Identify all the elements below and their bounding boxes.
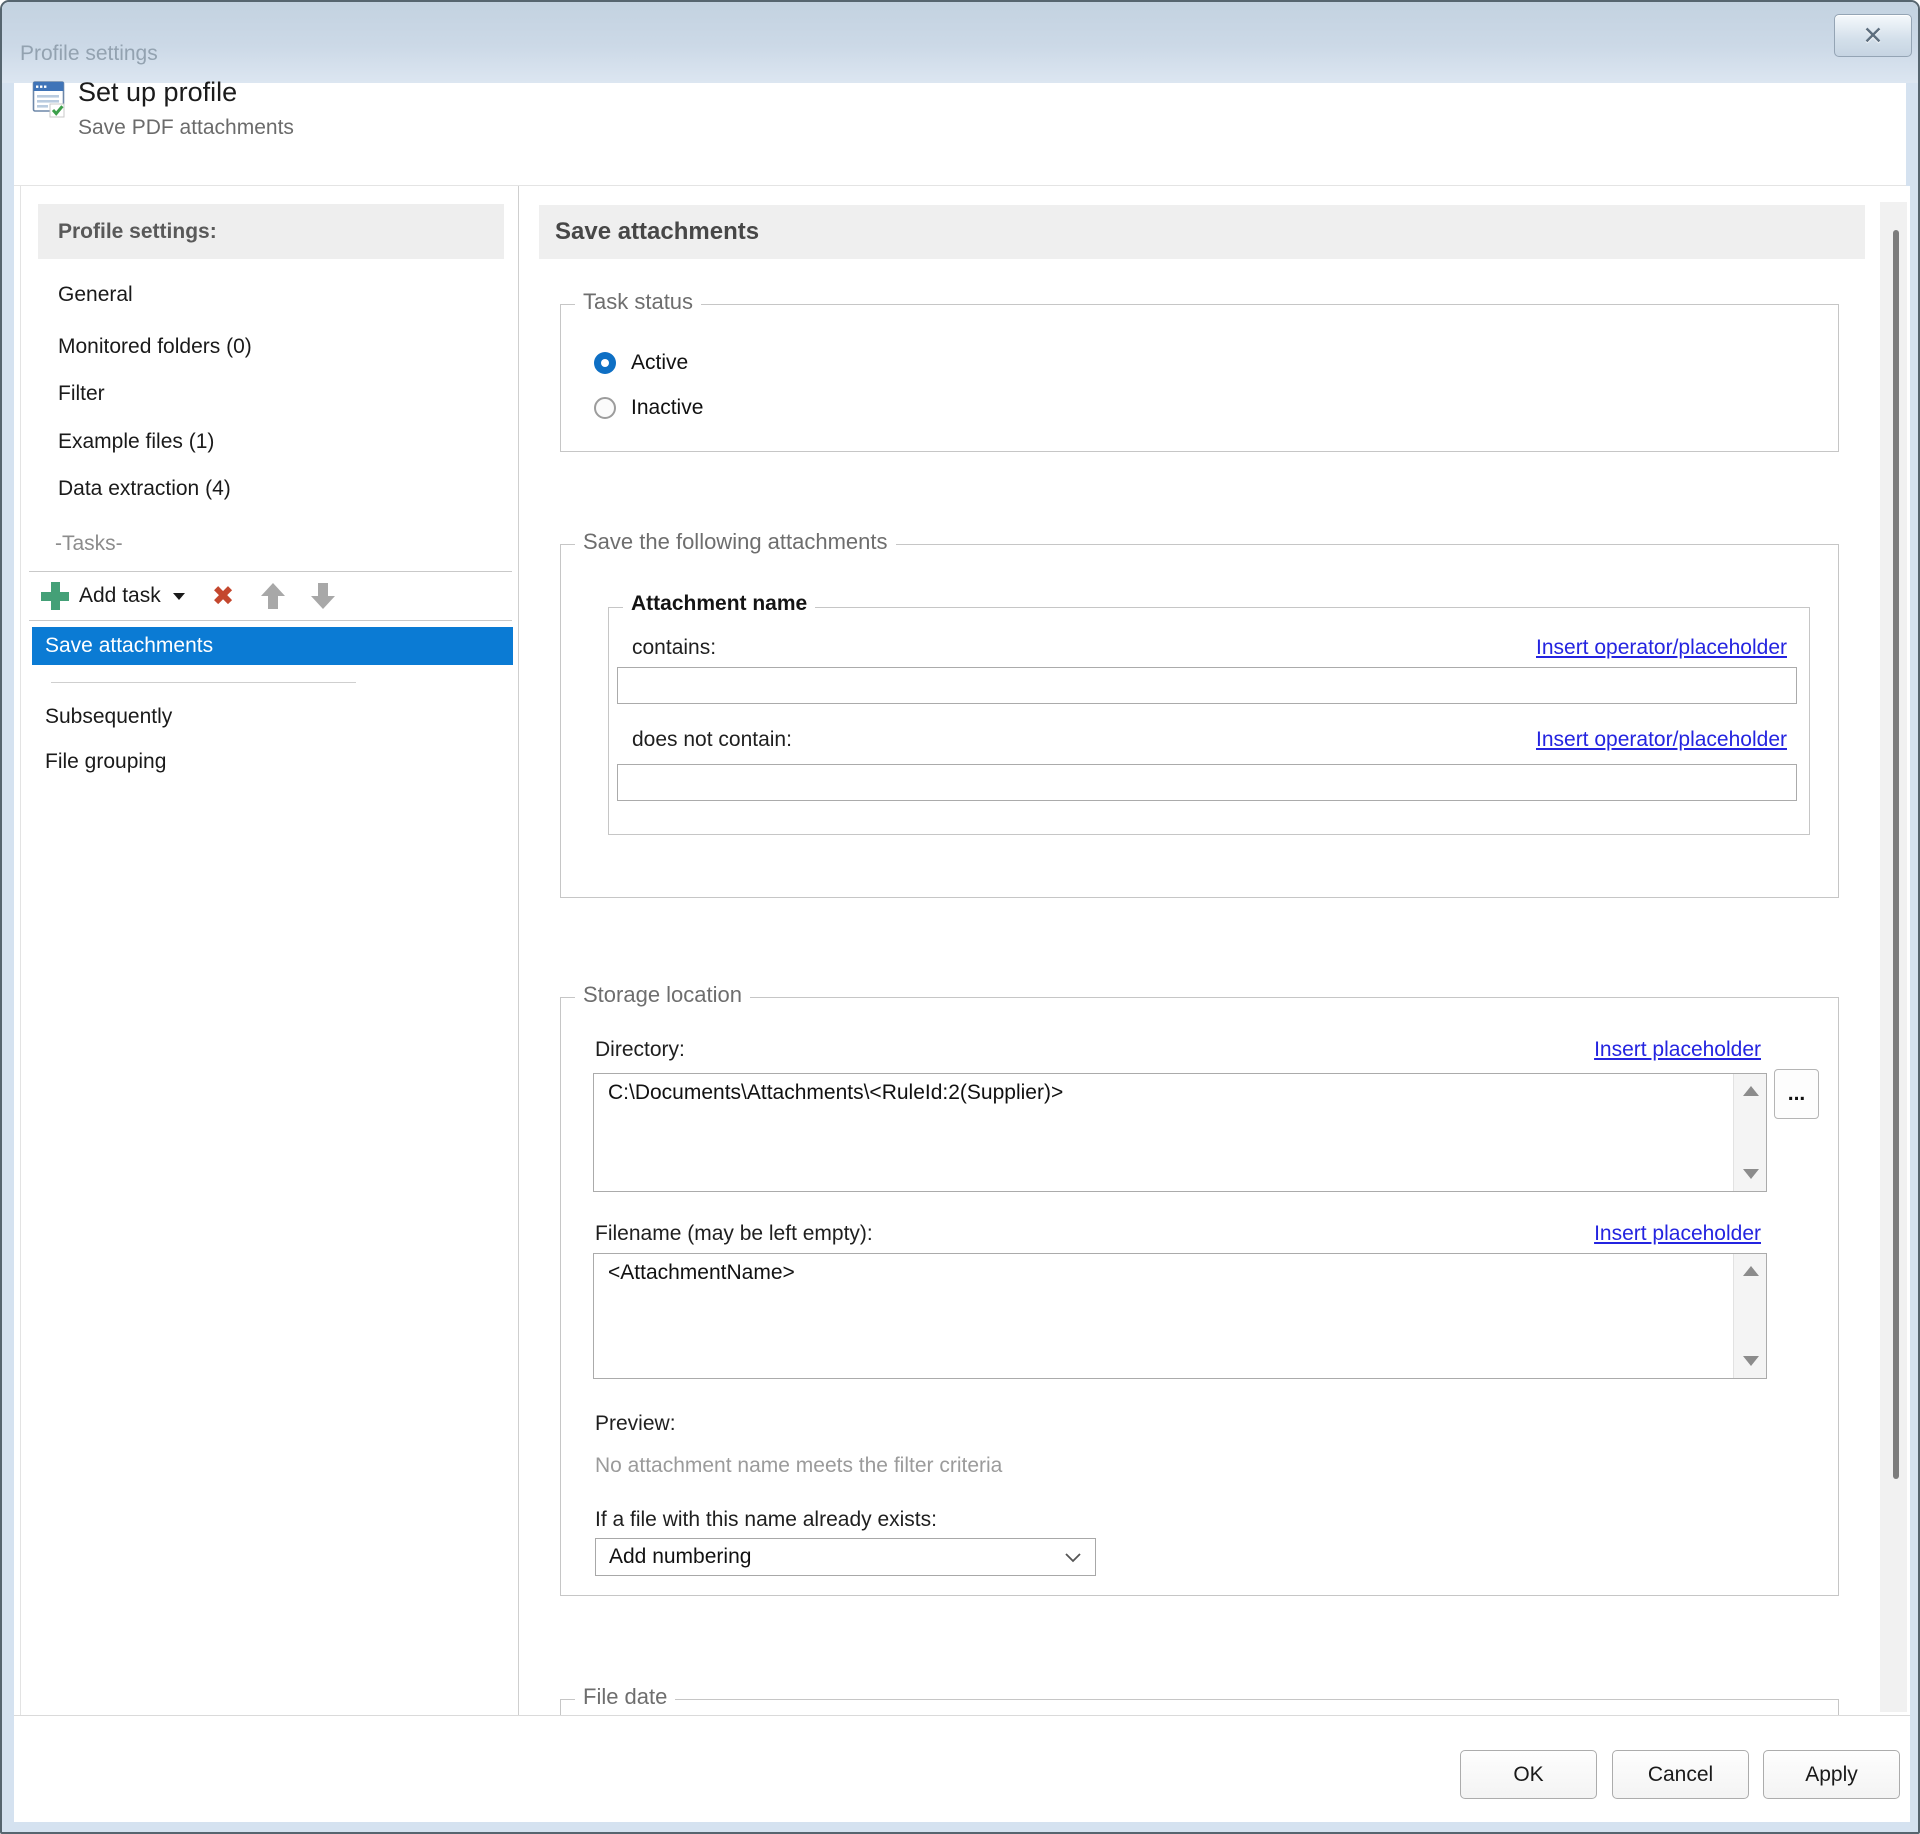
radio-on-icon[interactable] (594, 352, 616, 374)
insert-operator-link-contains[interactable]: Insert operator/placeholder (1536, 634, 1787, 662)
preview-label: Preview: (595, 1410, 676, 1438)
insert-operator-link-not-contains[interactable]: Insert operator/placeholder (1536, 726, 1787, 754)
footer-bar: OK Cancel Apply (14, 1715, 1910, 1822)
task-separator (51, 682, 356, 683)
browse-directory-button[interactable]: ... (1774, 1069, 1819, 1119)
profile-settings-window: Profile settings ✕ Set up profile Save P… (0, 0, 1920, 1834)
does-not-contain-label: does not contain: (632, 726, 792, 754)
vertical-scrollbar[interactable] (1880, 202, 1907, 1712)
scroll-down-icon[interactable] (1743, 1356, 1759, 1366)
window-title: Profile settings (20, 42, 158, 66)
page-title: Set up profile (78, 77, 237, 108)
save-following-group: Save the following attachments Attachmen… (560, 544, 1839, 898)
filename-scrollbar[interactable] (1733, 1254, 1766, 1378)
radio-inactive[interactable]: Inactive (594, 396, 703, 420)
profile-icon (32, 79, 66, 119)
sidebar-item-filter[interactable]: Filter (58, 380, 105, 408)
task-item-subsequently[interactable]: Subsequently (45, 703, 172, 731)
titlebar: Profile settings ✕ (2, 2, 1918, 83)
scrollbar-thumb[interactable] (1893, 230, 1899, 1479)
directory-scrollbar[interactable] (1733, 1074, 1766, 1191)
file-exists-selected-value: Add numbering (609, 1545, 751, 1568)
file-date-legend: File date (575, 1684, 675, 1710)
chevron-down-icon (1065, 1553, 1081, 1563)
arrow-down-icon (309, 582, 337, 610)
storage-location-group: Storage location Directory: Insert place… (560, 997, 1839, 1596)
radio-active[interactable]: Active (594, 351, 688, 375)
apply-button[interactable]: Apply (1763, 1750, 1900, 1799)
tasks-section-label: -Tasks- (55, 530, 123, 558)
add-task-button[interactable]: Add task (41, 572, 185, 620)
radio-active-label[interactable]: Active (631, 351, 688, 375)
move-task-up-button[interactable] (257, 572, 289, 620)
plus-icon (41, 582, 69, 610)
sidebar-heading: Profile settings: (38, 204, 504, 259)
task-status-legend: Task status (575, 289, 701, 315)
insert-placeholder-link-filename[interactable]: Insert placeholder (1594, 1220, 1761, 1248)
sidebar-item-monitored-folders[interactable]: Monitored folders (0) (58, 333, 252, 361)
attachment-name-legend: Attachment name (623, 592, 815, 616)
scroll-down-icon[interactable] (1743, 1169, 1759, 1179)
sidebar: Profile settings: General Monitored fold… (20, 186, 519, 1715)
sidebar-item-example-files[interactable]: Example files (1) (58, 428, 214, 456)
dialog-header: Set up profile Save PDF attachments (2, 83, 1918, 186)
scroll-up-icon[interactable] (1743, 1266, 1759, 1276)
add-task-label: Add task (79, 584, 161, 608)
does-not-contain-input[interactable] (617, 764, 1797, 801)
ellipsis-icon: ... (1788, 1082, 1806, 1106)
move-task-down-button[interactable] (307, 572, 339, 620)
save-following-legend: Save the following attachments (575, 529, 896, 555)
sidebar-item-data-extraction[interactable]: Data extraction (4) (58, 475, 231, 503)
window-frame-left (2, 83, 14, 1832)
main-panel: Save attachments Task status Active Inac… (539, 186, 1880, 1715)
filename-value: <AttachmentName> (608, 1261, 1726, 1285)
close-icon: ✕ (1863, 21, 1884, 50)
filename-textarea[interactable]: <AttachmentName> (593, 1253, 1767, 1379)
filename-label: Filename (may be left empty): (595, 1220, 873, 1248)
directory-label: Directory: (595, 1036, 685, 1064)
delete-icon: ✖ (212, 581, 235, 612)
ok-button[interactable]: OK (1460, 1750, 1597, 1799)
directory-textarea[interactable]: C:\Documents\Attachments\<RuleId:2(Suppl… (593, 1073, 1767, 1192)
storage-location-legend: Storage location (575, 982, 750, 1008)
content-area: Profile settings: General Monitored fold… (14, 186, 1910, 1715)
task-item-save-attachments[interactable]: Save attachments (32, 627, 513, 665)
radio-off-icon[interactable] (594, 397, 616, 419)
file-exists-select[interactable]: Add numbering (595, 1538, 1096, 1576)
radio-inactive-label[interactable]: Inactive (631, 396, 703, 420)
contains-input[interactable] (617, 667, 1797, 704)
page-subtitle: Save PDF attachments (78, 116, 294, 140)
contains-label: contains: (632, 634, 716, 662)
task-status-group: Task status Active Inactive (560, 304, 1839, 452)
task-toolbar: Add task ✖ (29, 571, 512, 621)
task-item-file-grouping[interactable]: File grouping (45, 748, 166, 776)
cancel-button[interactable]: Cancel (1612, 1750, 1749, 1799)
close-button[interactable]: ✕ (1834, 14, 1912, 57)
file-date-group: File date (560, 1699, 1839, 1715)
sidebar-item-general[interactable]: General (58, 281, 133, 309)
scroll-up-icon[interactable] (1743, 1086, 1759, 1096)
section-title: Save attachments (539, 205, 1865, 259)
directory-value: C:\Documents\Attachments\<RuleId:2(Suppl… (608, 1081, 1726, 1105)
insert-placeholder-link-directory[interactable]: Insert placeholder (1594, 1036, 1761, 1064)
preview-text: No attachment name meets the filter crit… (595, 1452, 1002, 1480)
attachment-name-group: Attachment name contains: Insert operato… (608, 607, 1810, 835)
arrow-up-icon (259, 582, 287, 610)
file-exists-label: If a file with this name already exists: (595, 1506, 937, 1534)
chevron-down-icon (173, 593, 185, 600)
delete-task-button[interactable]: ✖ (207, 572, 239, 620)
